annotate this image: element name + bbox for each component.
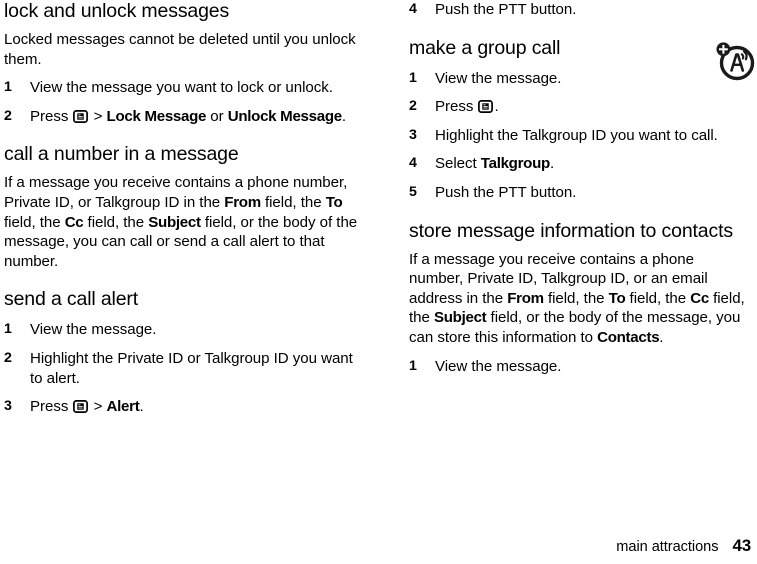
step-text: Highlight the Talkgroup ID you want to c…	[435, 126, 718, 144]
antenna-plus-badge-icon	[711, 35, 757, 85]
step-item: 4 Push the PTT button.	[409, 0, 751, 20]
section-heading-store-message-information-to-contacts: store message information to contacts	[409, 219, 733, 242]
section-heading-send-a-call-alert: send a call alert	[4, 288, 139, 311]
step-item: 1 View the message you want to lock or u…	[4, 78, 362, 98]
step-text-mid2: or	[206, 107, 228, 125]
step-number: 2	[409, 98, 417, 115]
step-number: 3	[4, 398, 12, 415]
paragraph-text: field, the	[83, 213, 149, 231]
step-item: 2 Highlight the Private ID or Talkgroup …	[4, 349, 362, 388]
section-paragraph-lock-unlock-messages: Locked messages cannot be deleted until …	[4, 31, 356, 68]
step-text: Select	[435, 155, 481, 173]
steps-list-send-a-call-alert: 1 View the message. 2 Highlight the Priv…	[4, 320, 362, 416]
step-number: 3	[409, 126, 417, 143]
page-footer: main attractions 43	[0, 536, 751, 556]
ui-term-subject: Subject	[148, 213, 201, 231]
section-heading-make-a-group-call: make a group call	[409, 36, 561, 59]
section-paragraph-store-message-information: If a message you receive contains a phon…	[409, 250, 751, 348]
step-number: 1	[409, 69, 417, 86]
paragraph-text: field, the	[543, 289, 609, 307]
step-text-end: .	[549, 155, 555, 173]
steps-list-lock-unlock-messages: 1 View the message you want to lock or u…	[4, 78, 362, 126]
manual-page: lock and unlock messages Locked messages…	[0, 0, 757, 564]
step-text: Highlight the Private ID or Talkgroup ID…	[30, 349, 353, 387]
steps-list-make-a-group-call: 1 View the message. 2 Press . 3 Highligh…	[409, 69, 751, 203]
section-paragraph-call-a-number-in-a-message: If a message you receive contains a phon…	[4, 173, 362, 271]
ui-term-from: From	[224, 193, 261, 211]
step-text: Push the PTT button.	[435, 183, 577, 201]
menu-key-icon	[73, 400, 89, 414]
ui-term-alert: Alert	[106, 398, 140, 416]
ui-term: Lock Message	[106, 107, 207, 125]
step-item: 1 View the message.	[4, 320, 362, 340]
steps-list-store-message-information: 1 View the message.	[409, 357, 751, 377]
step-item: 4 Select Talkgroup.	[409, 154, 751, 174]
section-heading-lock-unlock-messages: lock and unlock messages	[4, 0, 230, 22]
ui-term-to: To	[608, 289, 626, 307]
step-item: 2 Press .	[409, 97, 751, 117]
paragraph-text: field, the	[625, 289, 691, 307]
step-text-end: .	[139, 398, 144, 416]
step-text: View the message you want to lock or unl…	[30, 79, 333, 97]
right-column: 4 Push the PTT button. make a group call…	[409, 0, 751, 376]
step-text: View the message.	[30, 321, 157, 339]
step-item: 3 Highlight the Talkgroup ID you want to…	[409, 126, 751, 146]
step-item: 1 View the message.	[409, 69, 751, 89]
ui-term-subject: Subject	[433, 309, 487, 327]
step-text: Push the PTT button.	[435, 1, 577, 18]
ui-term-cc: Cc	[690, 289, 709, 307]
step-number: 2	[4, 349, 12, 366]
ui-term-talkgroup: Talkgroup	[480, 155, 550, 173]
step-text-end: .	[341, 107, 346, 125]
step-number: 1	[4, 321, 12, 338]
ui-term: Unlock Message	[227, 107, 342, 125]
step-text-end: .	[494, 98, 499, 116]
section-heading-call-a-number-in-a-message: call a number in a message	[4, 143, 239, 166]
step-text: View the message.	[435, 69, 562, 87]
footer-section-title: main attractions	[616, 539, 719, 555]
ui-term-contacts: Contacts	[597, 328, 660, 346]
menu-key-icon	[73, 109, 89, 123]
ui-term-cc: Cc	[64, 213, 84, 231]
step-text: View the message.	[435, 357, 562, 375]
step-number: 4	[409, 1, 417, 17]
left-column: lock and unlock messages Locked messages…	[4, 0, 362, 417]
steps-list-continued: 4 Push the PTT button.	[409, 0, 751, 20]
step-item: 1 View the message.	[409, 357, 751, 377]
step-item: 5 Push the PTT button.	[409, 183, 751, 203]
step-number: 2	[4, 107, 12, 124]
paragraph-text: .	[659, 328, 664, 346]
step-text: Press	[30, 398, 73, 416]
step-item: 2 Press > Lock Message or Unlock Message…	[4, 107, 362, 127]
footer-page-number: 43	[732, 536, 751, 555]
step-text-mid: >	[89, 398, 107, 416]
step-number: 1	[409, 357, 417, 374]
step-number: 1	[4, 79, 12, 96]
step-number: 4	[409, 155, 417, 172]
paragraph-text: field, the	[4, 213, 65, 231]
step-text: Press	[30, 107, 73, 125]
step-number: 5	[409, 183, 417, 200]
ui-term-from: From	[507, 289, 544, 307]
menu-key-icon	[478, 100, 494, 114]
step-text-mid: >	[89, 107, 107, 125]
step-item: 3 Press > Alert.	[4, 397, 362, 417]
step-text: Press	[435, 98, 478, 116]
ui-term-to: To	[325, 193, 343, 211]
paragraph-text: field, the	[260, 193, 326, 211]
